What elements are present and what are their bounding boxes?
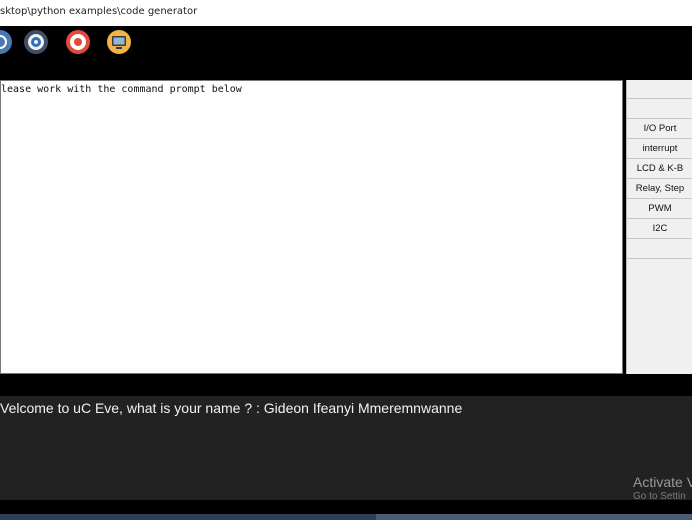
editor-panel[interactable]: lease work with the command prompt below bbox=[0, 80, 623, 374]
toolbar bbox=[0, 26, 692, 80]
status-bar bbox=[0, 500, 692, 514]
sidebar: I/O Port interrupt LCD & K-B Relay, Step… bbox=[626, 80, 692, 374]
sidebar-item-i2c[interactable]: I2C bbox=[627, 218, 692, 238]
activation-watermark: Activate V Go to Settin bbox=[633, 474, 692, 502]
window-title: sktop\python examples\code generator bbox=[0, 6, 198, 17]
taskbar bbox=[0, 514, 692, 520]
sidebar-item-pwm[interactable]: PWM bbox=[627, 198, 692, 218]
taskbar-segment bbox=[376, 514, 692, 520]
console-text: Velcome to uC Eve, what is your name ? :… bbox=[0, 400, 463, 416]
help-icon[interactable] bbox=[66, 30, 90, 54]
sidebar-item-blank-bottom[interactable] bbox=[627, 238, 692, 259]
console-panel[interactable]: Velcome to uC Eve, what is your name ? :… bbox=[0, 396, 692, 502]
refresh-icon[interactable] bbox=[0, 30, 12, 54]
watermark-line1: Activate V bbox=[633, 474, 692, 490]
sidebar-item-blank-top[interactable] bbox=[627, 98, 692, 118]
sidebar-item-io-port[interactable]: I/O Port bbox=[627, 118, 692, 138]
sidebar-item-interrupt[interactable]: interrupt bbox=[627, 138, 692, 158]
title-bar: sktop\python examples\code generator bbox=[0, 0, 692, 27]
monitor-icon[interactable] bbox=[107, 30, 131, 54]
settings-icon[interactable] bbox=[24, 30, 48, 54]
sidebar-item-relay-step[interactable]: Relay, Step bbox=[627, 178, 692, 198]
divider-band bbox=[0, 374, 692, 396]
editor-text: lease work with the command prompt below bbox=[1, 84, 242, 95]
sidebar-item-lcd-kb[interactable]: LCD & K-B bbox=[627, 158, 692, 178]
sidebar-menu: I/O Port interrupt LCD & K-B Relay, Step… bbox=[627, 98, 692, 259]
